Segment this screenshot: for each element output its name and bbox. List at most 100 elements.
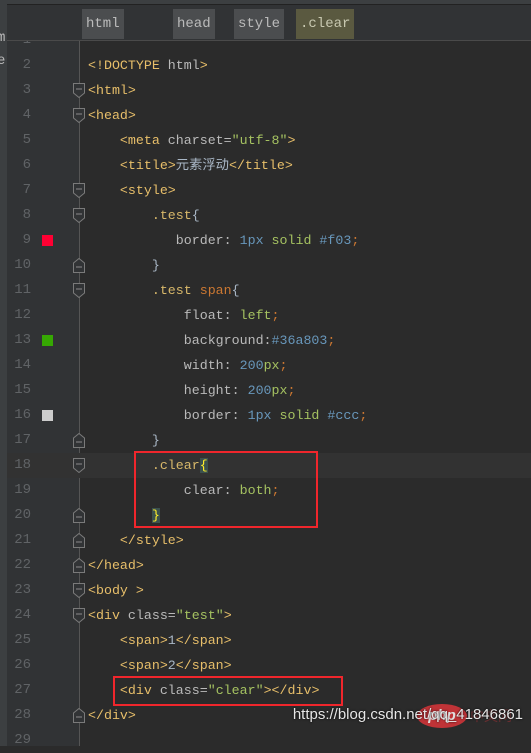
line-number: 15 xyxy=(14,382,31,398)
fold-collapse-icon[interactable] xyxy=(73,583,85,598)
code-text: border: 1px solid #ccc; xyxy=(88,403,368,428)
fold-end-icon[interactable] xyxy=(73,533,85,548)
code-line[interactable]: 24 <div class="test"> xyxy=(0,603,531,628)
fold-collapse-icon[interactable] xyxy=(73,458,85,473)
line-number: 2 xyxy=(22,57,31,73)
line-number: 13 xyxy=(14,332,31,348)
line-number: 3 xyxy=(22,82,31,98)
code-line[interactable]: 13 background:#36a803; xyxy=(0,328,531,353)
breadcrumb-style[interactable]: style xyxy=(234,9,285,39)
breadcrumb-head[interactable]: head xyxy=(173,9,215,39)
code-line[interactable]: 3 <html> xyxy=(0,78,531,103)
fold-end-icon[interactable] xyxy=(73,433,85,448)
fold-collapse-icon[interactable] xyxy=(73,208,85,223)
line-number: 25 xyxy=(14,632,31,648)
code-token: class= xyxy=(127,608,176,623)
tab-bar-edge xyxy=(7,0,531,5)
code-token: charset= xyxy=(167,133,232,148)
code-line[interactable]: 23 <body > xyxy=(0,578,531,603)
code-token: </style> xyxy=(88,533,184,548)
code-line[interactable]: 10 } xyxy=(0,253,531,278)
code-line[interactable]: 25 <span>1</span> xyxy=(0,628,531,653)
color-swatch-icon[interactable] xyxy=(42,235,53,246)
line-number: 7 xyxy=(22,182,31,198)
code-token: > xyxy=(199,58,208,73)
line-number: 28 xyxy=(14,707,31,723)
code-token: span xyxy=(199,283,232,298)
code-line[interactable]: 21 </style> xyxy=(0,528,531,553)
code-line[interactable]: 15 height: 200px; xyxy=(0,378,531,403)
code-line[interactable]: 29 xyxy=(0,728,531,753)
code-token: solid xyxy=(271,233,320,248)
code-token: "test" xyxy=(175,608,224,623)
code-line[interactable]: 16 border: 1px solid #ccc; xyxy=(0,403,531,428)
code-line[interactable]: 4 <head> xyxy=(0,103,531,128)
code-token: <span> xyxy=(88,658,168,673)
code-token: html xyxy=(167,58,200,73)
code-text: .test span{ xyxy=(88,278,240,303)
line-number: 4 xyxy=(22,107,31,123)
code-token: <div xyxy=(88,608,128,623)
code-token: <meta xyxy=(88,133,168,148)
code-token: { xyxy=(231,283,240,298)
code-line[interactable]: 7 <style> xyxy=(0,178,531,203)
code-line[interactable]: 6 <title>元素浮动</title> xyxy=(0,153,531,178)
code-line[interactable]: 26 <span>2</span> xyxy=(0,653,531,678)
code-token: border: xyxy=(88,233,240,248)
fold-end-icon[interactable] xyxy=(73,258,85,273)
code-token: > xyxy=(287,133,296,148)
code-text: <div class="test"> xyxy=(88,603,232,628)
left-panel-edge: m e xyxy=(0,0,7,746)
fold-collapse-icon[interactable] xyxy=(73,108,85,123)
code-token: ; xyxy=(271,308,280,323)
line-number: 17 xyxy=(14,432,31,448)
code-token: <span> xyxy=(88,633,168,648)
code-line[interactable]: 5 <meta charset="utf-8"> xyxy=(0,128,531,153)
highlight-box-clear-div xyxy=(113,676,343,706)
code-line[interactable]: 9 border: 1px solid #f03; xyxy=(0,228,531,253)
fold-end-icon[interactable] xyxy=(73,558,85,573)
code-token: <html> xyxy=(88,83,136,98)
code-text: <span>2</span> xyxy=(88,653,232,678)
code-line[interactable]: 8 .test{ xyxy=(0,203,531,228)
code-token: <body > xyxy=(88,583,144,598)
color-swatch-icon[interactable] xyxy=(42,335,53,346)
code-token: .test xyxy=(88,283,200,298)
code-token: } xyxy=(88,258,160,273)
breadcrumb-clear[interactable]: .clear xyxy=(296,9,355,39)
code-token: px xyxy=(271,383,288,398)
line-number: 22 xyxy=(14,557,31,573)
code-line[interactable]: 22 </head> xyxy=(0,553,531,578)
line-number: 21 xyxy=(14,532,31,548)
code-line[interactable]: 14 width: 200px; xyxy=(0,353,531,378)
fold-collapse-icon[interactable] xyxy=(73,283,85,298)
code-token: 1px xyxy=(239,233,272,248)
code-text: .test{ xyxy=(88,203,200,228)
code-token: "utf-8" xyxy=(231,133,288,148)
code-token: 1px xyxy=(247,408,280,423)
code-line[interactable]: 11 .test span{ xyxy=(0,278,531,303)
code-line[interactable]: 17 } xyxy=(0,428,531,453)
code-token: 200 xyxy=(239,358,264,373)
code-token: > xyxy=(223,608,232,623)
fold-end-icon[interactable] xyxy=(73,708,85,723)
code-token: 200 xyxy=(247,383,272,398)
breadcrumb-html[interactable]: html xyxy=(82,9,124,39)
code-token: ; xyxy=(327,333,336,348)
fold-end-icon[interactable] xyxy=(73,508,85,523)
fold-collapse-icon[interactable] xyxy=(73,83,85,98)
code-line[interactable]: 12 float: left; xyxy=(0,303,531,328)
color-swatch-icon[interactable] xyxy=(42,410,53,421)
code-text: } xyxy=(88,428,160,453)
code-token: 元素浮动 xyxy=(175,158,229,173)
code-line[interactable]: 2 <!DOCTYPE html> xyxy=(0,53,531,78)
code-token: float: xyxy=(88,308,240,323)
code-text: </div> xyxy=(88,703,136,728)
code-token: } xyxy=(88,433,160,448)
line-number: 10 xyxy=(14,257,31,273)
code-text: <meta charset="utf-8"> xyxy=(88,128,296,153)
line-number: 8 xyxy=(22,207,31,223)
fold-collapse-icon[interactable] xyxy=(73,608,85,623)
line-number: 26 xyxy=(14,657,31,673)
fold-collapse-icon[interactable] xyxy=(73,183,85,198)
